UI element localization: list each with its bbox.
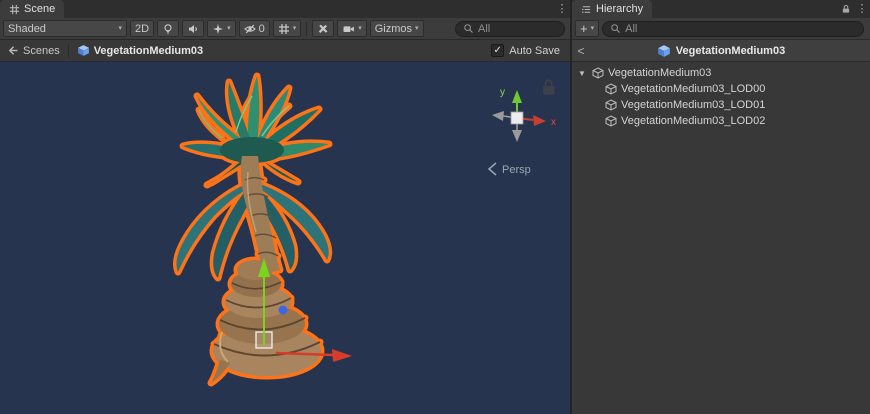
scene-menu-button[interactable]: ⋮: [554, 0, 570, 18]
tab-scene[interactable]: Scene: [0, 0, 64, 18]
speaker-icon: [187, 23, 199, 35]
2d-label: 2D: [135, 23, 149, 35]
scenes-label: Scenes: [23, 45, 60, 57]
editor-tools-button[interactable]: [312, 20, 334, 37]
hidden-count: 0: [259, 23, 265, 35]
tools-icon: [317, 23, 329, 35]
scene-lighting-toggle[interactable]: [157, 20, 179, 37]
gizmos-dropdown[interactable]: Gizmos ▾: [370, 20, 424, 37]
chevron-down-icon: ▾: [415, 25, 419, 32]
gizmo-z-handle[interactable]: [279, 306, 288, 315]
scene-audio-toggle[interactable]: [182, 20, 204, 37]
hidden-objects-toggle[interactable]: 0: [239, 20, 270, 37]
add-object-button[interactable]: + ▾: [575, 20, 599, 37]
plus-icon: +: [580, 22, 588, 35]
gameobject-cube-icon: [592, 67, 604, 79]
persp-label: Persp: [502, 164, 531, 176]
chevron-down-icon: ▾: [591, 25, 595, 32]
prefab-cube-icon: [657, 44, 671, 58]
scene-search-value: All: [478, 23, 490, 35]
gizmo-x-arrowhead[interactable]: [332, 349, 352, 362]
hierarchy-icon: [581, 4, 592, 15]
foldout-icon[interactable]: ▼: [576, 69, 588, 78]
breadcrumb-prefab[interactable]: VegetationMedium03: [77, 44, 203, 57]
axis-x-label: x: [551, 117, 556, 128]
hierarchy-tab-label: Hierarchy: [596, 3, 643, 15]
hierarchy-row[interactable]: VegetationMedium03_LOD02: [572, 113, 870, 129]
hierarchy-item-label: VegetationMedium03_LOD02: [621, 115, 765, 127]
hierarchy-search-value: All: [625, 23, 637, 35]
2d-toggle-button[interactable]: 2D: [130, 20, 154, 37]
scene-tab-label: Scene: [24, 3, 55, 15]
auto-save-checkbox[interactable]: ✓: [491, 44, 504, 57]
chevron-down-icon: ▾: [358, 25, 362, 32]
eye-off-icon: [244, 23, 256, 35]
axis-center-cube[interactable]: [511, 112, 523, 124]
back-arrow-icon: [6, 44, 19, 57]
hierarchy-tabstrip: Hierarchy ⋮: [572, 0, 870, 18]
axis-y-label: y: [500, 87, 505, 98]
scene-search-input[interactable]: All: [455, 21, 565, 37]
prefab-header-title: VegetationMedium03: [676, 45, 785, 57]
search-icon: [463, 23, 474, 34]
scene-grid-icon: [9, 4, 20, 15]
prefab-cube-icon: [77, 44, 90, 57]
camera-settings-dropdown[interactable]: ▾: [337, 20, 367, 37]
hierarchy-row[interactable]: VegetationMedium03_LOD00: [572, 81, 870, 97]
chevron-down-icon: ▾: [118, 25, 122, 32]
scene-viewport[interactable]: y x Persp: [0, 62, 570, 414]
sparkle-icon: [212, 23, 224, 35]
gameobject-cube-icon: [605, 115, 617, 127]
shading-mode-dropdown[interactable]: Shaded ▾: [3, 20, 127, 37]
gizmos-label: Gizmos: [375, 23, 412, 35]
hierarchy-item-label: VegetationMedium03: [608, 67, 711, 79]
axis-y-handle[interactable]: [512, 90, 522, 103]
prefab-breadcrumb-bar: Scenes VegetationMedium03 ✓ Auto Save: [0, 40, 570, 62]
axis-x-handle[interactable]: [533, 115, 546, 126]
scene-panel: Scene ⋮ Shaded ▾ 2D ▾: [0, 0, 570, 414]
hierarchy-search-input[interactable]: All: [602, 21, 864, 37]
axis-negy-handle[interactable]: [512, 130, 522, 142]
hierarchy-lock-button[interactable]: [838, 0, 854, 18]
persp-toggle[interactable]: Persp: [489, 163, 531, 176]
axis-negx-handle[interactable]: [492, 111, 504, 121]
hierarchy-item-label: VegetationMedium03_LOD00: [621, 83, 765, 95]
auto-save-control: ✓ Auto Save: [491, 44, 564, 57]
lightbulb-icon: [162, 23, 174, 35]
shading-mode-label: Shaded: [8, 23, 46, 35]
scene-toolbar: Shaded ▾ 2D ▾ 0 ▾: [0, 18, 570, 40]
prefab-name: VegetationMedium03: [94, 45, 203, 57]
persp-chevron-icon: [489, 163, 496, 175]
chevron-down-icon: ▾: [227, 25, 231, 32]
hierarchy-item-label: VegetationMedium03_LOD01: [621, 99, 765, 111]
hierarchy-menu-button[interactable]: ⋮: [854, 0, 870, 18]
viewport-lock-icon[interactable]: [543, 80, 555, 94]
orientation-gizmo[interactable]: y x: [492, 87, 556, 142]
unity-editor-window: Scene ⋮ Shaded ▾ 2D ▾: [0, 0, 870, 414]
hierarchy-row[interactable]: VegetationMedium03_LOD01: [572, 97, 870, 113]
effects-dropdown[interactable]: ▾: [207, 20, 236, 37]
chevron-down-icon: ▾: [293, 25, 297, 32]
hierarchy-panel: Hierarchy ⋮ + ▾ All < VegetationMedium03: [572, 0, 870, 414]
separator: [68, 44, 69, 58]
grid-visibility-dropdown[interactable]: ▾: [273, 20, 302, 37]
grid-icon: [278, 23, 290, 35]
prefab-mode-header[interactable]: < VegetationMedium03: [572, 40, 870, 62]
search-icon: [610, 23, 621, 34]
auto-save-label: Auto Save: [509, 45, 560, 57]
tab-hierarchy[interactable]: Hierarchy: [572, 0, 652, 18]
hierarchy-row[interactable]: ▼ VegetationMedium03: [572, 65, 870, 81]
separator: [306, 22, 307, 36]
camera-icon: [342, 23, 355, 35]
gameobject-cube-icon: [605, 99, 617, 111]
breadcrumb-scenes[interactable]: Scenes: [6, 44, 60, 57]
hierarchy-toolbar: + ▾ All: [572, 18, 870, 40]
gameobject-cube-icon: [605, 83, 617, 95]
hierarchy-tree: ▼ VegetationMedium03 VegetationMedium03_…: [572, 62, 870, 129]
lock-icon: [841, 4, 851, 14]
scene-tabstrip: Scene ⋮: [0, 0, 570, 18]
prefab-back-button[interactable]: <: [572, 40, 590, 61]
